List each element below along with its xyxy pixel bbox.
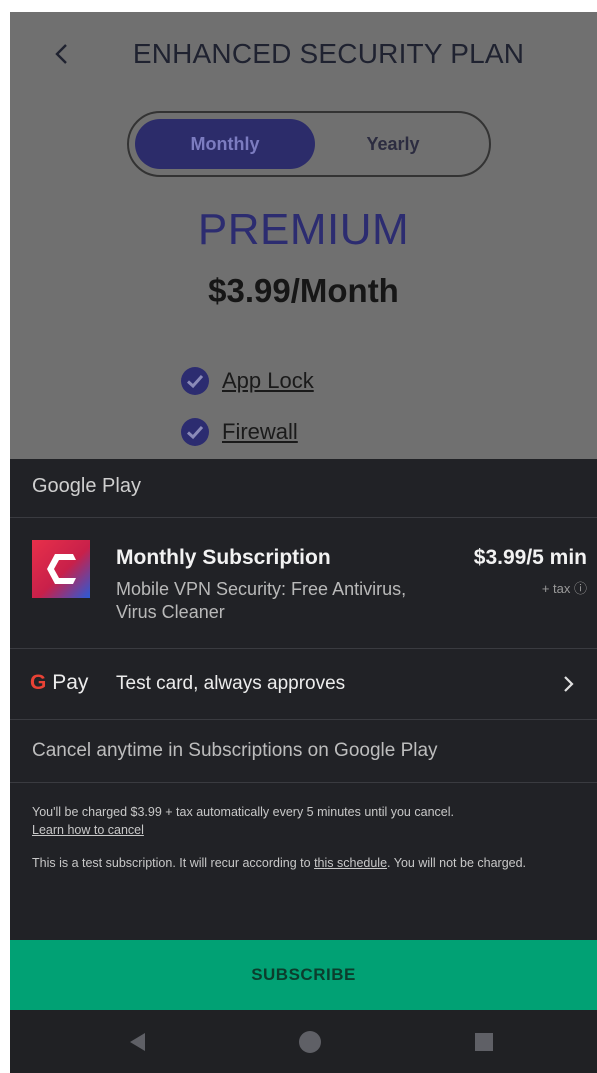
triangle-back-icon	[130, 1033, 145, 1051]
sheet-header: Google Play	[10, 459, 597, 518]
feature-label: App Lock	[222, 368, 314, 393]
feature-label: Firewall	[222, 419, 298, 444]
product-price: $3.99/5 min	[473, 546, 587, 569]
test-text-end: . You will not be charged.	[387, 856, 527, 870]
phone-screen: ENHANCED SECURITY PLAN Monthly Yearly PR…	[10, 12, 597, 1073]
app-header: ENHANCED SECURITY PLAN	[10, 12, 597, 92]
charge-text: You'll be charged $3.99 + tax automatica…	[32, 805, 454, 819]
chevron-right-icon	[564, 676, 574, 692]
toggle-yearly[interactable]: Yearly	[303, 119, 483, 169]
google-play-sheet: Google Play Monthly Subscription Mobile …	[10, 459, 597, 1073]
gpay-logo: G Pay	[30, 671, 88, 695]
nav-home-button[interactable]	[294, 1026, 326, 1058]
google-play-brand: Google Play	[32, 475, 141, 497]
gpay-logo-pay: Pay	[52, 671, 89, 694]
plan-name: PREMIUM	[197, 205, 410, 254]
nav-back-button[interactable]	[122, 1026, 154, 1058]
tax-info[interactable]: + tax ⓘ	[542, 578, 587, 597]
chevron-left-icon	[55, 44, 67, 64]
back-button[interactable]	[40, 34, 84, 74]
page-title: ENHANCED SECURITY PLAN	[132, 38, 525, 69]
payment-method-row[interactable]: G Pay Test card, always approves	[10, 649, 597, 720]
app-logo-icon	[32, 540, 90, 598]
toggle-monthly[interactable]: Monthly	[135, 119, 315, 169]
cancel-info-text: Cancel anytime in Subscriptions on Googl…	[32, 740, 438, 761]
charge-notice: You'll be charged $3.99 + tax automatica…	[32, 803, 584, 839]
android-nav-bar	[10, 1010, 597, 1073]
subscribe-button[interactable]: SUBSCRIBE	[10, 940, 597, 1010]
billing-period-toggle: Monthly Yearly	[127, 111, 491, 177]
feature-item[interactable]: App Lock	[180, 364, 314, 398]
circle-home-icon	[299, 1031, 321, 1053]
schedule-link[interactable]: this schedule	[314, 856, 387, 870]
product-summary: Monthly Subscription Mobile VPN Security…	[10, 518, 597, 649]
square-recents-icon	[475, 1033, 493, 1051]
check-circle-icon	[181, 367, 209, 395]
nav-recents-button[interactable]	[468, 1026, 500, 1058]
payment-method-label: Test card, always approves	[116, 673, 346, 694]
product-subtitle: Mobile VPN Security: Free Antivirus, Vir…	[116, 579, 407, 622]
cancel-info-row: Cancel anytime in Subscriptions on Googl…	[10, 720, 597, 783]
test-subscription-notice: This is a test subscription. It will rec…	[32, 854, 584, 872]
plan-price: $3.99/Month	[208, 272, 399, 309]
subscribe-label: SUBSCRIBE	[251, 965, 356, 984]
gpay-logo-g: G	[30, 671, 47, 694]
product-title: Monthly Subscription	[116, 546, 331, 569]
check-circle-icon	[181, 418, 209, 446]
test-text: This is a test subscription. It will rec…	[32, 856, 311, 870]
feature-item[interactable]: Firewall	[180, 415, 298, 449]
learn-cancel-link[interactable]: Learn how to cancel	[32, 821, 584, 839]
